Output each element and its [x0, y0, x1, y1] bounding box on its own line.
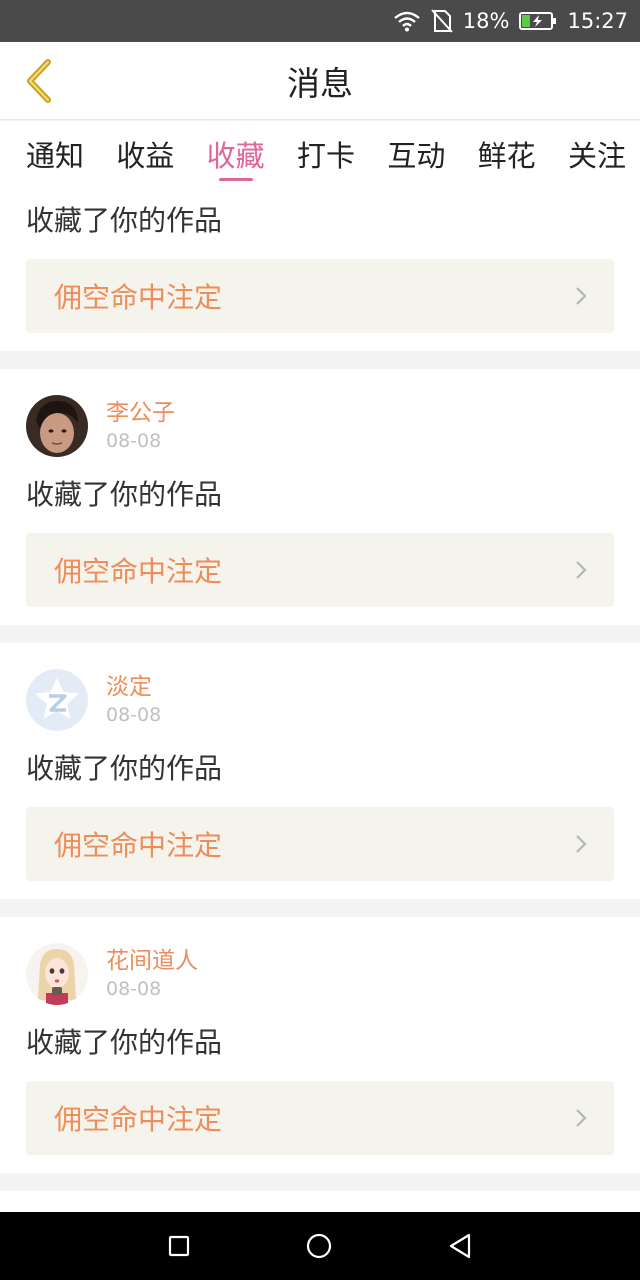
user-name[interactable]: 李公子	[106, 398, 175, 428]
avatar[interactable]	[26, 943, 88, 1005]
work-link[interactable]: 佣空命中注定	[26, 533, 614, 607]
avatar[interactable]	[26, 395, 88, 457]
triangle-back-icon[interactable]	[447, 1232, 473, 1260]
chevron-right-icon	[576, 561, 587, 579]
date-label: 08-08	[106, 704, 162, 726]
tab-interactions[interactable]: 互动	[387, 121, 445, 183]
tab-notifications[interactable]: 通知	[26, 121, 84, 183]
work-title: 佣空命中注定	[54, 1103, 223, 1136]
work-title: 佣空命中注定	[54, 829, 223, 862]
tab-follows[interactable]: 关注	[568, 121, 626, 183]
chevron-left-icon	[27, 59, 51, 103]
circle-icon[interactable]	[305, 1232, 333, 1260]
user-name[interactable]: 淡定	[106, 672, 161, 702]
square-icon[interactable]	[167, 1234, 191, 1258]
user-row: 花间道人 08-08	[26, 943, 614, 1005]
status-bar: 18% 15:27	[0, 0, 640, 42]
chevron-right-icon	[576, 1109, 587, 1127]
work-link[interactable]: 佣空命中注定	[26, 807, 614, 881]
user-row: 李公子 08-08	[26, 395, 614, 457]
page-title: 消息	[287, 63, 353, 103]
back-button[interactable]	[14, 56, 62, 106]
system-nav-bar	[0, 1212, 640, 1280]
tab-earnings[interactable]: 收益	[116, 121, 174, 183]
app-header: 消息	[0, 42, 640, 120]
action-text: 收藏了你的作品	[26, 752, 223, 785]
avatar[interactable]	[26, 669, 88, 731]
list-item: 收藏了你的作品 佣空命中注定	[0, 183, 640, 351]
work-title: 佣空命中注定	[54, 281, 223, 314]
date-label: 08-08	[106, 430, 162, 452]
tab-flowers[interactable]: 鲜花	[478, 121, 536, 183]
battery-percent: 18%	[462, 9, 510, 33]
work-title: 佣空命中注定	[54, 555, 223, 588]
clock: 15:27	[567, 9, 628, 33]
list-item: 李公子 08-08 收藏了你的作品 佣空命中注定	[0, 369, 640, 625]
wifi-icon	[393, 10, 421, 32]
battery-charging-icon	[519, 11, 557, 31]
action-text: 收藏了你的作品	[26, 478, 223, 511]
work-link[interactable]: 佣空命中注定	[26, 259, 614, 333]
no-sim-icon	[431, 9, 453, 33]
work-link[interactable]: 佣空命中注定	[26, 1081, 614, 1155]
action-text: 收藏了你的作品	[26, 1026, 223, 1059]
chevron-right-icon	[576, 287, 587, 305]
user-name[interactable]: 花间道人	[106, 946, 198, 976]
category-tabs: 通知 收益 收藏 打卡 互动 鲜花 关注	[0, 121, 640, 183]
action-text: 收藏了你的作品	[26, 204, 223, 237]
list-item: 淡定 08-08 收藏了你的作品 佣空命中注定	[0, 643, 640, 899]
list-item: 花间道人 08-08 收藏了你的作品 佣空命中注定	[0, 917, 640, 1173]
date-label: 08-08	[106, 978, 162, 1000]
message-list: 收藏了你的作品 佣空命中注定 李公子 08-08 收藏了你的作品 佣空命中注定 …	[0, 183, 640, 1231]
tab-checkin[interactable]: 打卡	[297, 121, 355, 183]
chevron-right-icon	[576, 835, 587, 853]
user-row: 淡定 08-08	[26, 669, 614, 731]
tab-favorites[interactable]: 收藏	[207, 121, 265, 183]
